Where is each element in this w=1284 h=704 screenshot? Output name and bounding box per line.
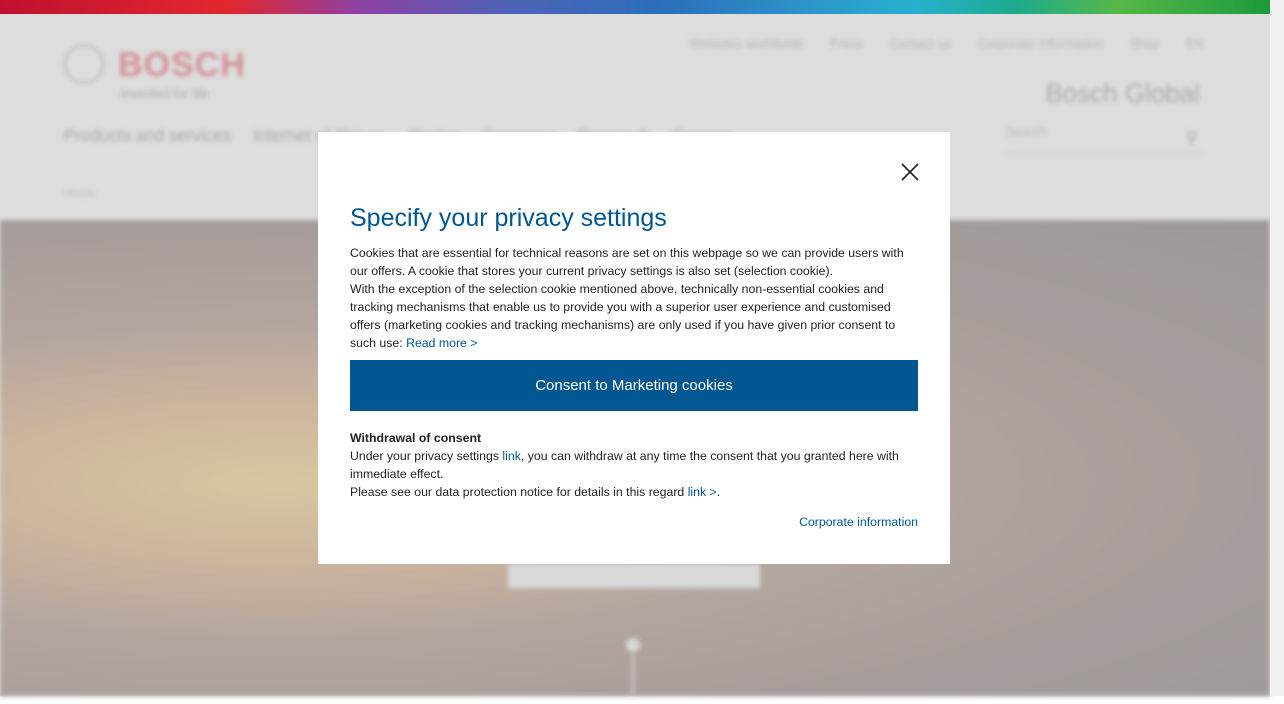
withdrawal-text-part-1: Under your privacy settings bbox=[350, 449, 503, 463]
corporate-information-link[interactable]: Corporate information bbox=[799, 515, 918, 529]
withdrawal-text: Under your privacy settings link, you ca… bbox=[350, 447, 918, 483]
privacy-settings-link[interactable]: link bbox=[502, 449, 520, 463]
data-protection-link[interactable]: link > bbox=[688, 485, 717, 499]
consent-marketing-cookies-button[interactable]: Consent to Marketing cookies bbox=[350, 360, 918, 411]
page-scrollbar[interactable] bbox=[1270, 0, 1284, 696]
withdrawal-heading: Withdrawal of consent bbox=[350, 431, 482, 445]
dialog-body: Cookies that are essential for technical… bbox=[350, 244, 918, 352]
notice-end: . bbox=[716, 485, 721, 499]
notice-text: Please see our data protection notice fo… bbox=[350, 485, 688, 499]
brand-color-bar bbox=[0, 0, 1270, 14]
read-more-link[interactable]: Read more > bbox=[406, 336, 477, 350]
close-icon[interactable] bbox=[900, 162, 920, 182]
intro-text-2: With the exception of the selection cook… bbox=[350, 280, 918, 352]
data-protection-notice: Please see our data protection notice fo… bbox=[350, 483, 918, 501]
privacy-settings-dialog: Specify your privacy settings Cookies th… bbox=[318, 132, 950, 564]
withdrawal-section: Withdrawal of consent Under your privacy… bbox=[350, 429, 918, 501]
dialog-title: Specify your privacy settings bbox=[350, 204, 667, 232]
intro-text-1: Cookies that are essential for technical… bbox=[350, 246, 904, 278]
